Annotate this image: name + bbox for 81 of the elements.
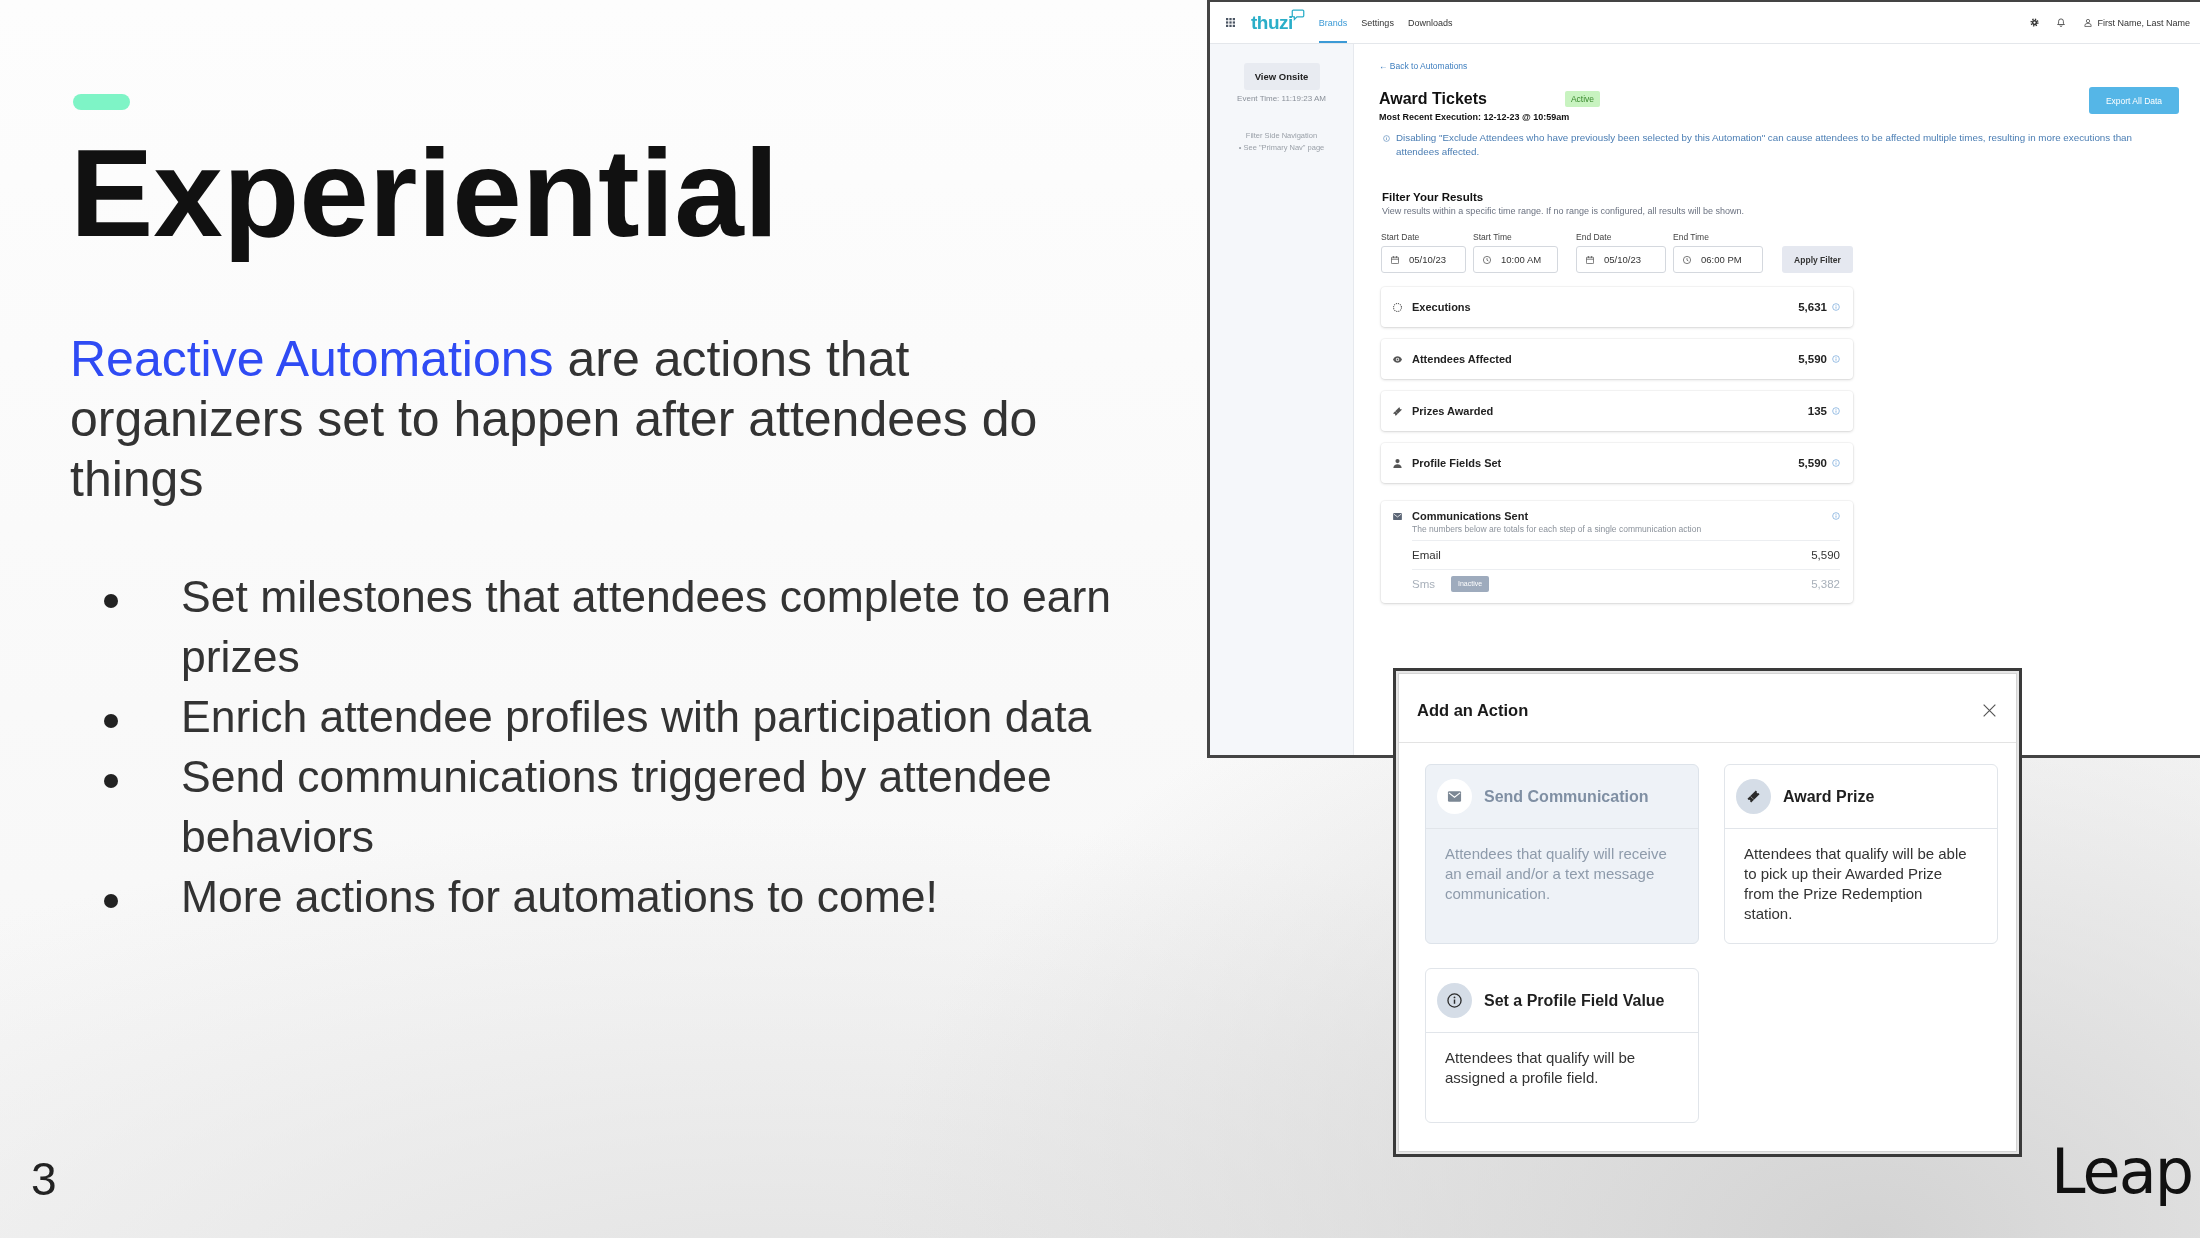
nav-tab[interactable]: Settings	[1361, 2, 1394, 43]
field-label: Start Date	[1381, 232, 1421, 243]
field-label: End Date	[1576, 232, 1613, 243]
calendar-icon	[1391, 255, 1399, 264]
info-icon	[1437, 983, 1472, 1018]
channel-name: Email	[1412, 549, 1441, 561]
ticket-icon	[1736, 779, 1771, 814]
communications-subtitle: The numbers below are totals for each step of a single communication action	[1412, 523, 1702, 535]
speech-bubble-icon	[1290, 8, 1305, 21]
user-icon	[2084, 18, 2093, 27]
automation-title: Award Tickets	[1379, 89, 1487, 109]
person-icon	[1393, 458, 1402, 468]
close-icon[interactable]	[1983, 704, 1996, 717]
info-icon[interactable]	[1832, 303, 1840, 311]
channel-value: 5,382	[1811, 578, 1840, 590]
bullet-icon	[104, 894, 118, 908]
clock-icon	[1683, 255, 1691, 264]
metric-label: Prizes Awarded	[1412, 405, 1494, 417]
view-onsite-button[interactable]: View Onsite	[1243, 63, 1320, 90]
time-field[interactable]: 10:00 AM	[1473, 246, 1558, 273]
bullet-text: More actions for automations to come!	[181, 871, 939, 923]
user-menu-button[interactable]: First Name, Last Name	[2084, 17, 2190, 28]
channel-value: 5,590	[1811, 549, 1840, 561]
ticket-icon	[1393, 406, 1402, 416]
action-title: Send Communication	[1484, 787, 1649, 806]
info-icon	[1383, 134, 1390, 142]
action-card[interactable]: Award Prize Attendees that qualify will be able to pick up their Awarded Prize from the Prize Redemption station.	[1724, 764, 1998, 944]
envelope-icon	[1437, 779, 1472, 814]
metric-value: 5,631	[1798, 301, 1827, 313]
app-logo: thuzi	[1251, 11, 1293, 34]
bullet-icon	[104, 714, 118, 728]
filter-title: Filter Your Results	[1382, 190, 1484, 204]
envelope-icon	[1393, 513, 1402, 520]
bullet-text: Send communications triggered by attendee behaviors	[181, 751, 1053, 863]
bullet-icon	[104, 774, 118, 788]
status-badge: Active	[1564, 91, 1601, 107]
date-field[interactable]: 05/10/23	[1576, 246, 1666, 273]
action-description: Attendees that qualify will receive an email and/or a text message communication.	[1444, 844, 1668, 904]
event-time-text: Event Time: 11:19:23 AM	[1237, 94, 1326, 104]
action-title: Set a Profile Field Value	[1484, 991, 1665, 1010]
calendar-icon	[1586, 255, 1594, 264]
page-number: 3	[31, 1156, 57, 1202]
communications-title: Communications Sent	[1412, 509, 1529, 523]
back-link[interactable]: ← Back to Automations	[1379, 61, 1468, 72]
dashed-circle-icon	[1393, 302, 1402, 312]
action-description: Attendees that qualify will be able to pick up their Awarded Prize from the Prize Redemption station.	[1743, 844, 1968, 924]
notice-text: Disabling "Exclude Attendees who have previously been selected by this Automation" can cause attendees to be affected multiple times, resulting in more executions than attendees affected.	[1396, 131, 2133, 159]
slide-title: Experiential	[70, 122, 780, 264]
time-field[interactable]: 06:00 PM	[1673, 246, 1763, 273]
bullet-text: Enrich attendee profiles with participation data	[181, 691, 1093, 743]
metric-value: 5,590	[1798, 353, 1827, 365]
modal-title: Add an Action	[1417, 701, 1529, 720]
intro-paragraph: Reactive Automations are actions that organizers set to happen after attendees do things	[70, 330, 1039, 509]
last-execution-text: Most Recent Execution: 12-12-23 @ 10:59am	[1379, 112, 1570, 123]
filter-hint: View results within a specific time range. If no range is configured, all results will be shown.	[1382, 205, 1744, 217]
metric-label: Attendees Affected	[1412, 353, 1512, 365]
metric-value: 135	[1807, 405, 1827, 417]
info-icon[interactable]	[1832, 459, 1840, 467]
nav-tab[interactable]: Downloads	[1407, 2, 1453, 43]
eye-icon	[1393, 354, 1402, 364]
field-label: End Time	[1673, 232, 1710, 243]
accent-dash-icon	[73, 94, 130, 110]
bullet-icon	[104, 594, 118, 608]
channel-name: Sms	[1412, 578, 1435, 590]
action-card[interactable]: Set a Profile Field Value Attendees that qualify will be assigned a profile field.	[1425, 968, 1699, 1123]
clock-icon	[1483, 255, 1491, 264]
action-title: Award Prize	[1783, 787, 1875, 806]
date-field[interactable]: 05/10/23	[1381, 246, 1466, 273]
field-label: Start Time	[1473, 232, 1513, 243]
settings-icon[interactable]	[2030, 18, 2040, 27]
metric-value: 5,590	[1798, 457, 1827, 469]
grid-menu-icon[interactable]	[1226, 18, 1235, 27]
info-icon[interactable]	[1832, 407, 1840, 415]
notification-bell-icon[interactable]	[2057, 18, 2066, 27]
info-icon[interactable]	[1832, 355, 1840, 363]
info-icon[interactable]	[1832, 512, 1840, 520]
metric-label: Executions	[1412, 301, 1471, 313]
action-description: Attendees that qualify will be assigned a profile field.	[1444, 1048, 1637, 1088]
bullet-text: Set milestones that attendees complete to earn prizes	[181, 571, 1113, 683]
apply-filter-button[interactable]: Apply Filter	[1782, 246, 1853, 273]
metric-label: Profile Fields Set	[1412, 457, 1502, 469]
